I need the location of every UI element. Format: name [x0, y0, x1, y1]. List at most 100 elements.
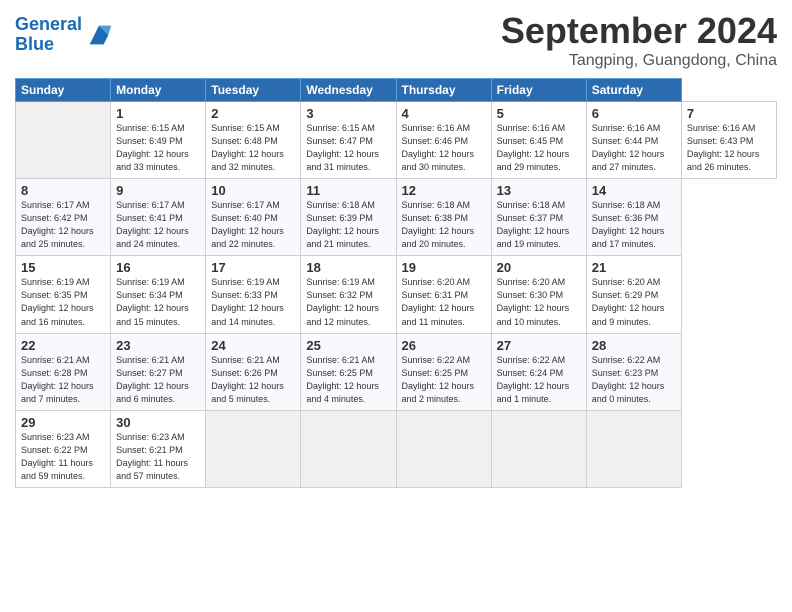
- calendar-week-4: 22 Sunrise: 6:21 AM Sunset: 6:28 PM Dayl…: [16, 333, 777, 410]
- day-detail: Sunrise: 6:21 AM Sunset: 6:28 PM Dayligh…: [21, 354, 105, 406]
- calendar-cell: 15 Sunrise: 6:19 AM Sunset: 6:35 PM Dayl…: [16, 256, 111, 333]
- day-detail: Sunrise: 6:15 AM Sunset: 6:48 PM Dayligh…: [211, 122, 295, 174]
- day-detail: Sunrise: 6:18 AM Sunset: 6:38 PM Dayligh…: [402, 199, 486, 251]
- weekday-header-wednesday: Wednesday: [301, 79, 396, 102]
- calendar-cell: 10 Sunrise: 6:17 AM Sunset: 6:40 PM Dayl…: [206, 179, 301, 256]
- day-detail: Sunrise: 6:18 AM Sunset: 6:39 PM Dayligh…: [306, 199, 390, 251]
- calendar-week-3: 15 Sunrise: 6:19 AM Sunset: 6:35 PM Dayl…: [16, 256, 777, 333]
- day-detail: Sunrise: 6:21 AM Sunset: 6:27 PM Dayligh…: [116, 354, 200, 406]
- weekday-header-saturday: Saturday: [586, 79, 681, 102]
- day-number: 11: [306, 183, 390, 198]
- day-number: 27: [497, 338, 581, 353]
- day-detail: Sunrise: 6:20 AM Sunset: 6:31 PM Dayligh…: [402, 276, 486, 328]
- calendar-cell: [396, 410, 491, 487]
- day-detail: Sunrise: 6:21 AM Sunset: 6:26 PM Dayligh…: [211, 354, 295, 406]
- day-number: 13: [497, 183, 581, 198]
- calendar-cell: 12 Sunrise: 6:18 AM Sunset: 6:38 PM Dayl…: [396, 179, 491, 256]
- calendar-cell-empty: [16, 102, 111, 179]
- calendar-cell: 26 Sunrise: 6:22 AM Sunset: 6:25 PM Dayl…: [396, 333, 491, 410]
- day-number: 24: [211, 338, 295, 353]
- day-number: 7: [687, 106, 771, 121]
- day-detail: Sunrise: 6:21 AM Sunset: 6:25 PM Dayligh…: [306, 354, 390, 406]
- day-detail: Sunrise: 6:22 AM Sunset: 6:23 PM Dayligh…: [592, 354, 676, 406]
- day-number: 5: [497, 106, 581, 121]
- day-detail: Sunrise: 6:18 AM Sunset: 6:36 PM Dayligh…: [592, 199, 676, 251]
- calendar-cell: 17 Sunrise: 6:19 AM Sunset: 6:33 PM Dayl…: [206, 256, 301, 333]
- weekday-header-tuesday: Tuesday: [206, 79, 301, 102]
- logo: General Blue: [15, 15, 113, 55]
- logo-icon: [85, 21, 113, 49]
- calendar-cell: 25 Sunrise: 6:21 AM Sunset: 6:25 PM Dayl…: [301, 333, 396, 410]
- calendar-cell: 23 Sunrise: 6:21 AM Sunset: 6:27 PM Dayl…: [111, 333, 206, 410]
- day-detail: Sunrise: 6:23 AM Sunset: 6:21 PM Dayligh…: [116, 431, 200, 483]
- day-detail: Sunrise: 6:22 AM Sunset: 6:24 PM Dayligh…: [497, 354, 581, 406]
- calendar-cell: 7 Sunrise: 6:16 AM Sunset: 6:43 PM Dayli…: [681, 102, 776, 179]
- day-number: 22: [21, 338, 105, 353]
- calendar-cell: [491, 410, 586, 487]
- day-number: 10: [211, 183, 295, 198]
- calendar-week-5: 29 Sunrise: 6:23 AM Sunset: 6:22 PM Dayl…: [16, 410, 777, 487]
- calendar-cell: 1 Sunrise: 6:15 AM Sunset: 6:49 PM Dayli…: [111, 102, 206, 179]
- day-number: 15: [21, 260, 105, 275]
- day-number: 29: [21, 415, 105, 430]
- calendar-header: SundayMondayTuesdayWednesdayThursdayFrid…: [16, 79, 777, 102]
- day-detail: Sunrise: 6:17 AM Sunset: 6:41 PM Dayligh…: [116, 199, 200, 251]
- calendar-cell: 9 Sunrise: 6:17 AM Sunset: 6:41 PM Dayli…: [111, 179, 206, 256]
- day-detail: Sunrise: 6:19 AM Sunset: 6:34 PM Dayligh…: [116, 276, 200, 328]
- header: General Blue September 2024 Tangping, Gu…: [15, 10, 777, 70]
- day-number: 30: [116, 415, 200, 430]
- calendar-cell: 4 Sunrise: 6:16 AM Sunset: 6:46 PM Dayli…: [396, 102, 491, 179]
- calendar-cell: 21 Sunrise: 6:20 AM Sunset: 6:29 PM Dayl…: [586, 256, 681, 333]
- calendar-cell: 5 Sunrise: 6:16 AM Sunset: 6:45 PM Dayli…: [491, 102, 586, 179]
- day-number: 6: [592, 106, 676, 121]
- day-detail: Sunrise: 6:19 AM Sunset: 6:33 PM Dayligh…: [211, 276, 295, 328]
- calendar-cell: 22 Sunrise: 6:21 AM Sunset: 6:28 PM Dayl…: [16, 333, 111, 410]
- calendar-body: 1 Sunrise: 6:15 AM Sunset: 6:49 PM Dayli…: [16, 102, 777, 488]
- day-number: 19: [402, 260, 486, 275]
- day-number: 21: [592, 260, 676, 275]
- calendar-cell: [586, 410, 681, 487]
- calendar-cell: 30 Sunrise: 6:23 AM Sunset: 6:21 PM Dayl…: [111, 410, 206, 487]
- weekday-header-row: SundayMondayTuesdayWednesdayThursdayFrid…: [16, 79, 777, 102]
- calendar-cell: 29 Sunrise: 6:23 AM Sunset: 6:22 PM Dayl…: [16, 410, 111, 487]
- calendar-cell: 8 Sunrise: 6:17 AM Sunset: 6:42 PM Dayli…: [16, 179, 111, 256]
- logo-text: General: [15, 15, 82, 35]
- day-detail: Sunrise: 6:22 AM Sunset: 6:25 PM Dayligh…: [402, 354, 486, 406]
- day-number: 3: [306, 106, 390, 121]
- day-detail: Sunrise: 6:16 AM Sunset: 6:44 PM Dayligh…: [592, 122, 676, 174]
- day-number: 20: [497, 260, 581, 275]
- day-number: 1: [116, 106, 200, 121]
- day-detail: Sunrise: 6:18 AM Sunset: 6:37 PM Dayligh…: [497, 199, 581, 251]
- weekday-header-sunday: Sunday: [16, 79, 111, 102]
- calendar-cell: 20 Sunrise: 6:20 AM Sunset: 6:30 PM Dayl…: [491, 256, 586, 333]
- calendar-cell: 18 Sunrise: 6:19 AM Sunset: 6:32 PM Dayl…: [301, 256, 396, 333]
- day-detail: Sunrise: 6:16 AM Sunset: 6:46 PM Dayligh…: [402, 122, 486, 174]
- day-detail: Sunrise: 6:19 AM Sunset: 6:35 PM Dayligh…: [21, 276, 105, 328]
- day-detail: Sunrise: 6:20 AM Sunset: 6:29 PM Dayligh…: [592, 276, 676, 328]
- calendar-cell: 6 Sunrise: 6:16 AM Sunset: 6:44 PM Dayli…: [586, 102, 681, 179]
- day-detail: Sunrise: 6:15 AM Sunset: 6:47 PM Dayligh…: [306, 122, 390, 174]
- calendar-cell: [301, 410, 396, 487]
- day-number: 18: [306, 260, 390, 275]
- calendar-table: SundayMondayTuesdayWednesdayThursdayFrid…: [15, 78, 777, 488]
- day-number: 9: [116, 183, 200, 198]
- day-number: 8: [21, 183, 105, 198]
- title-block: September 2024 Tangping, Guangdong, Chin…: [501, 10, 777, 70]
- calendar-cell: 3 Sunrise: 6:15 AM Sunset: 6:47 PM Dayli…: [301, 102, 396, 179]
- month-title: September 2024: [501, 10, 777, 52]
- day-number: 26: [402, 338, 486, 353]
- day-number: 12: [402, 183, 486, 198]
- weekday-header-monday: Monday: [111, 79, 206, 102]
- calendar-cell: 28 Sunrise: 6:22 AM Sunset: 6:23 PM Dayl…: [586, 333, 681, 410]
- day-detail: Sunrise: 6:15 AM Sunset: 6:49 PM Dayligh…: [116, 122, 200, 174]
- page: General Blue September 2024 Tangping, Gu…: [0, 0, 792, 612]
- calendar-cell: 2 Sunrise: 6:15 AM Sunset: 6:48 PM Dayli…: [206, 102, 301, 179]
- calendar-week-2: 8 Sunrise: 6:17 AM Sunset: 6:42 PM Dayli…: [16, 179, 777, 256]
- calendar-cell: [206, 410, 301, 487]
- day-number: 2: [211, 106, 295, 121]
- day-number: 28: [592, 338, 676, 353]
- calendar-cell: 14 Sunrise: 6:18 AM Sunset: 6:36 PM Dayl…: [586, 179, 681, 256]
- day-detail: Sunrise: 6:16 AM Sunset: 6:43 PM Dayligh…: [687, 122, 771, 174]
- day-number: 25: [306, 338, 390, 353]
- calendar-cell: 11 Sunrise: 6:18 AM Sunset: 6:39 PM Dayl…: [301, 179, 396, 256]
